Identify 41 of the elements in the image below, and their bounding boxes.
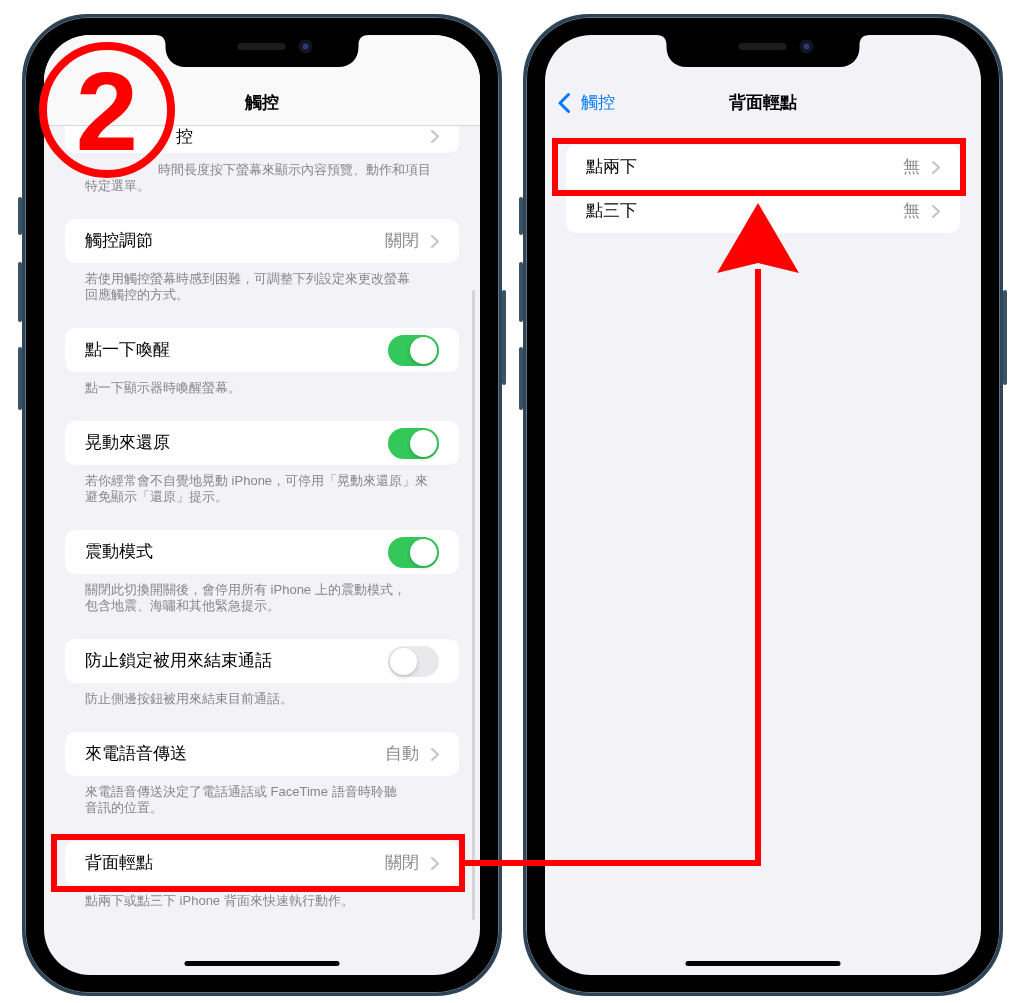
settings-row[interactable]: 背面輕點 關閉 — [65, 841, 459, 885]
footer-text: 點兩下或點三下 iPhone 背面來快速執行動作。 — [84, 892, 355, 909]
row-label: 防止鎖定被用來結束通話 — [85, 650, 273, 672]
side-key-drawing — [519, 197, 523, 235]
row-label: 點一下喚醒 — [85, 339, 171, 361]
footer-text: 來電語音傳送決定了電話通話或 FaceTime 語音時聆聽 音訊的位置。 — [84, 783, 398, 816]
side-key-drawing — [519, 262, 523, 322]
back-button[interactable]: 觸控 — [558, 91, 615, 115]
footer-text: 若你經常會不自覺地晃動 iPhone，可停用「晃動來還原」來 避免顯示「還原」提示。 — [84, 472, 430, 505]
row-value: 關閉 — [385, 230, 419, 252]
nav-title: 背面輕點 — [729, 92, 797, 114]
side-key-drawing — [18, 197, 22, 235]
row-value: 關閉 — [385, 852, 419, 874]
chevron-right-icon — [431, 234, 439, 248]
toggle-switch[interactable] — [388, 334, 439, 366]
row-label: 震動模式 — [85, 541, 154, 563]
toggle-switch[interactable] — [388, 427, 439, 459]
side-key-drawing — [519, 347, 523, 410]
row-value: 無 — [903, 156, 920, 178]
settings-row[interactable]: 來電語音傳送 自動 — [65, 732, 459, 776]
toggle-switch[interactable] — [388, 536, 439, 568]
chevron-right-icon — [932, 204, 940, 218]
row-label: 晃動來還原 — [85, 432, 171, 454]
nav-title: 觸控 — [245, 92, 279, 114]
footer-text: 點一下顯示器時喚醒螢幕。 — [84, 379, 242, 396]
side-key-drawing — [18, 262, 22, 322]
chevron-right-icon — [431, 747, 439, 761]
settings-row[interactable]: 點兩下 無 — [566, 145, 960, 189]
chevron-left-icon — [558, 93, 570, 113]
side-key-drawing — [18, 347, 22, 410]
chevron-right-icon — [431, 856, 439, 870]
chevron-right-icon — [431, 130, 439, 143]
row-value: 無 — [903, 200, 920, 222]
settings-row[interactable]: 觸控調節 關閉 — [65, 219, 459, 263]
footer-text: 防止側邊按鈕被用來結束目前通話。 — [84, 690, 294, 707]
footer-text: 若使用觸控螢幕時感到困難，可調整下列設定來更改螢幕 回應觸控的方式。 — [84, 270, 411, 303]
chevron-right-icon — [932, 160, 940, 174]
row-value: 自動 — [385, 743, 419, 765]
footer-text: 時間長度按下螢幕來顯示內容預覽、動作和項目 特定選單。 — [84, 161, 432, 194]
toggle-switch[interactable] — [388, 645, 439, 677]
footer-text: 關閉此切換開關後，會停用所有 iPhone 上的震動模式， 包含地震、海嘯和其他緊急提示。 — [84, 581, 407, 614]
